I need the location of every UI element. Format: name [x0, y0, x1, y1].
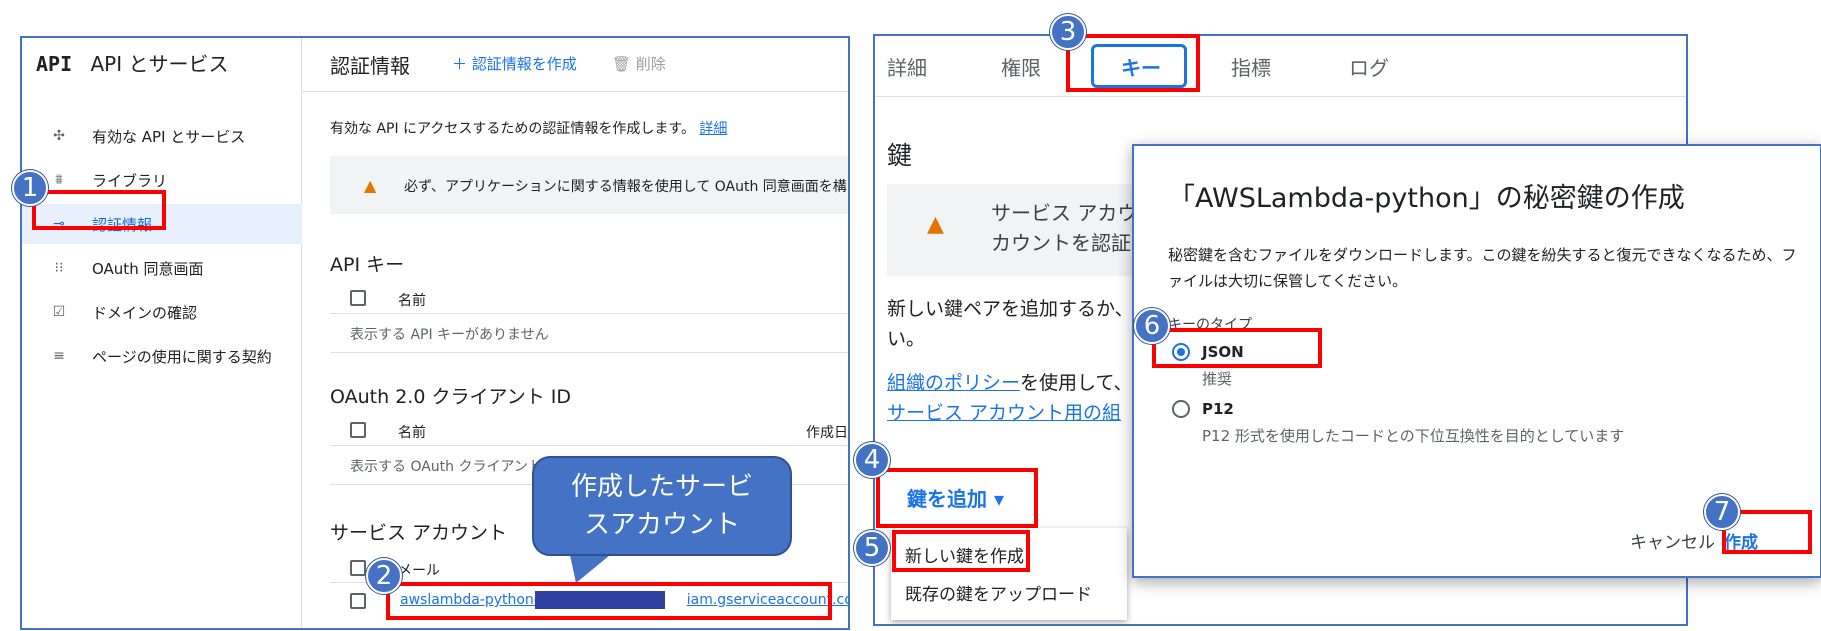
- oauth-table-header: 名前 作成日: [330, 416, 848, 446]
- select-all-checkbox[interactable]: [350, 290, 366, 306]
- highlight-json: [1152, 328, 1322, 368]
- checkbox-icon: ☑: [52, 304, 66, 320]
- api-keys-title: API キー: [330, 254, 405, 276]
- column-created-date: 作成日: [806, 425, 848, 441]
- callout-tail: [570, 555, 610, 583]
- oauth-empty: 表示する OAuth クライアント: [350, 459, 542, 475]
- keys-heading: 鍵: [887, 141, 913, 170]
- delete-button[interactable]: 🗑 削除: [612, 53, 666, 74]
- step-badge-1: 1: [12, 170, 48, 206]
- p12-radio[interactable]: [1172, 400, 1190, 418]
- move-icon: ✣: [53, 128, 65, 144]
- highlight-keys-tab: [1066, 34, 1200, 92]
- api-keys-table-header: 名前 作: [330, 284, 848, 314]
- highlight-add-key: [876, 468, 1038, 528]
- menu-item-upload-key[interactable]: 既存の鍵をアップロード: [905, 580, 1092, 605]
- sidebar-item-label: ページの使用に関する契約: [92, 347, 272, 366]
- p12-option-sub: P12 形式を使用したコードとの下位互換性を目的としています: [1202, 427, 1625, 445]
- service-account-callout: 作成したサービスアカウント: [532, 456, 792, 556]
- sidebar-item-oauth-consent[interactable]: ⁝⁝ OAuth 同意画面: [22, 248, 302, 288]
- keys-description-line-2: い。: [887, 328, 926, 350]
- row-checkbox[interactable]: [350, 593, 366, 609]
- keys-description-line-1: 新しい鍵ペアを追加するか、: [887, 298, 1134, 320]
- tab-logs[interactable]: ログ: [1349, 52, 1389, 81]
- sidebar-item-enabled-apis[interactable]: ✣ 有効な API とサービス: [22, 116, 302, 156]
- page-title: 認証情報: [330, 54, 410, 78]
- sidebar-item-label: OAuth 同意画面: [92, 259, 204, 278]
- brand-title: API とサービス: [90, 52, 229, 76]
- learn-more-link[interactable]: 詳細: [699, 121, 727, 137]
- step-badge-5: 5: [854, 530, 890, 566]
- api-keys-empty: 表示する API キーがありません: [350, 327, 549, 343]
- divider: [330, 352, 848, 353]
- sidebar-item-label: ライブラリ: [92, 171, 168, 190]
- tab-details[interactable]: 詳細: [887, 52, 927, 81]
- policy-rest: を使用して、: [1020, 372, 1133, 394]
- step-badge-2: 2: [366, 558, 402, 594]
- step-badge-7: 7: [1704, 494, 1740, 530]
- select-all-checkbox[interactable]: [350, 422, 366, 438]
- sa-policy-link[interactable]: サービス アカウント用の組: [887, 402, 1121, 424]
- tab-divider: [875, 96, 1686, 97]
- sidebar-item-label: ドメインの確認: [92, 303, 198, 322]
- highlight-service-account: [386, 582, 832, 620]
- intro-description: 有効な API にアクセスするための認証情報を作成します。: [330, 121, 695, 137]
- intro-text: 有効な API にアクセスするための認証情報を作成します。 詳細: [330, 118, 727, 138]
- page-header: 認証情報 ＋ 認証情報を作成 🗑 削除: [302, 38, 848, 92]
- oauth-warning: ▲ 必ず、アプリケーションに関する情報を使用して OAuth 同意画面を構: [330, 156, 848, 214]
- service-accounts-title: サービス アカウント: [330, 522, 508, 544]
- warning-text: サービス アカウ カウントを認証: [991, 198, 1137, 258]
- step-badge-6: 6: [1134, 308, 1170, 344]
- column-name: 名前: [398, 293, 426, 309]
- column-name: 名前: [398, 425, 426, 441]
- cancel-button[interactable]: キャンセル: [1630, 528, 1715, 553]
- tab-metrics[interactable]: 指標: [1231, 52, 1271, 81]
- p12-option-label[interactable]: P12: [1202, 400, 1234, 418]
- sidebar-item-page-usage[interactable]: ≡ ページの使用に関する契約: [22, 336, 302, 376]
- sidebar: API API とサービス ✣ 有効な API とサービス ⩩ ライブラリ ⊸ …: [22, 38, 302, 628]
- policy-text: 組織のポリシーを使用して、 サービス アカウント用の組: [887, 368, 1133, 428]
- api-logo-icon: API: [36, 52, 73, 76]
- highlight-credentials: [32, 190, 166, 230]
- warning-text: 必ず、アプリケーションに関する情報を使用して OAuth 同意画面を構: [404, 179, 847, 195]
- step-badge-4: 4: [854, 442, 890, 478]
- sidebar-item-label: 有効な API とサービス: [92, 127, 246, 146]
- callout-text: 作成したサービスアカウント: [570, 472, 753, 540]
- org-policy-link[interactable]: 組織のポリシー: [887, 372, 1020, 394]
- warning-line-1: サービス アカウ: [991, 201, 1138, 225]
- consent-icon: ⁝⁝: [54, 260, 64, 276]
- column-email: メール: [398, 563, 440, 579]
- create-credentials-button[interactable]: ＋ 認証情報を作成: [452, 53, 577, 74]
- warning-icon: ▲: [927, 212, 944, 237]
- dialog-title: 「AWSLambda-python」の秘密鍵の作成: [1168, 183, 1685, 214]
- tab-permissions[interactable]: 権限: [1001, 52, 1041, 81]
- library-icon: ⩩: [55, 172, 63, 188]
- warning-icon: ▲: [364, 176, 377, 195]
- settings-list-icon: ≡: [53, 348, 65, 364]
- warning-line-2: カウントを認証: [991, 231, 1131, 255]
- step-badge-3: 3: [1050, 14, 1086, 50]
- highlight-create-key: [892, 530, 1030, 572]
- json-option-sub: 推奨: [1202, 370, 1233, 388]
- sidebar-item-domain-verification[interactable]: ☑ ドメインの確認: [22, 292, 302, 332]
- keys-description: 新しい鍵ペアを追加するか、 い。: [887, 294, 1134, 354]
- dialog-description: 秘密鍵を含むファイルをダウンロードします。この鍵を紛失すると復元できなくなるため…: [1168, 246, 1797, 290]
- select-all-checkbox[interactable]: [350, 560, 366, 576]
- brand: API API とサービス: [36, 48, 228, 77]
- oauth-clients-title: OAuth 2.0 クライアント ID: [330, 386, 571, 408]
